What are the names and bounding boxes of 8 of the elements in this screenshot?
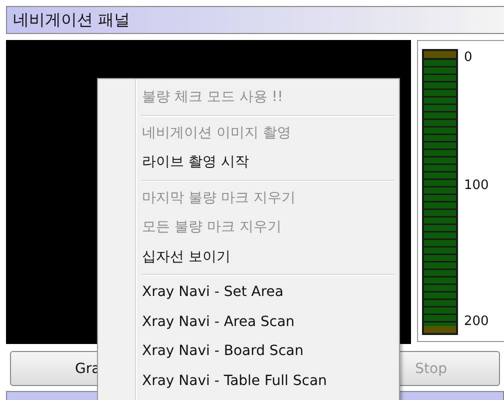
scale-label: 200 (464, 314, 489, 329)
menu-item[interactable]: 라이브 촬영 시작 (101, 148, 396, 178)
scale-label: 100 (464, 178, 489, 193)
menu-item[interactable]: 십자선 보이기 (101, 242, 396, 272)
menu-item[interactable]: Xray Navi - Set Area (101, 278, 396, 308)
panel-title: 네비게이션 패널 (6, 6, 504, 34)
scale-label: 0 (464, 50, 472, 65)
menu-item[interactable]: Xray Navi - Area Scan (101, 308, 396, 337)
